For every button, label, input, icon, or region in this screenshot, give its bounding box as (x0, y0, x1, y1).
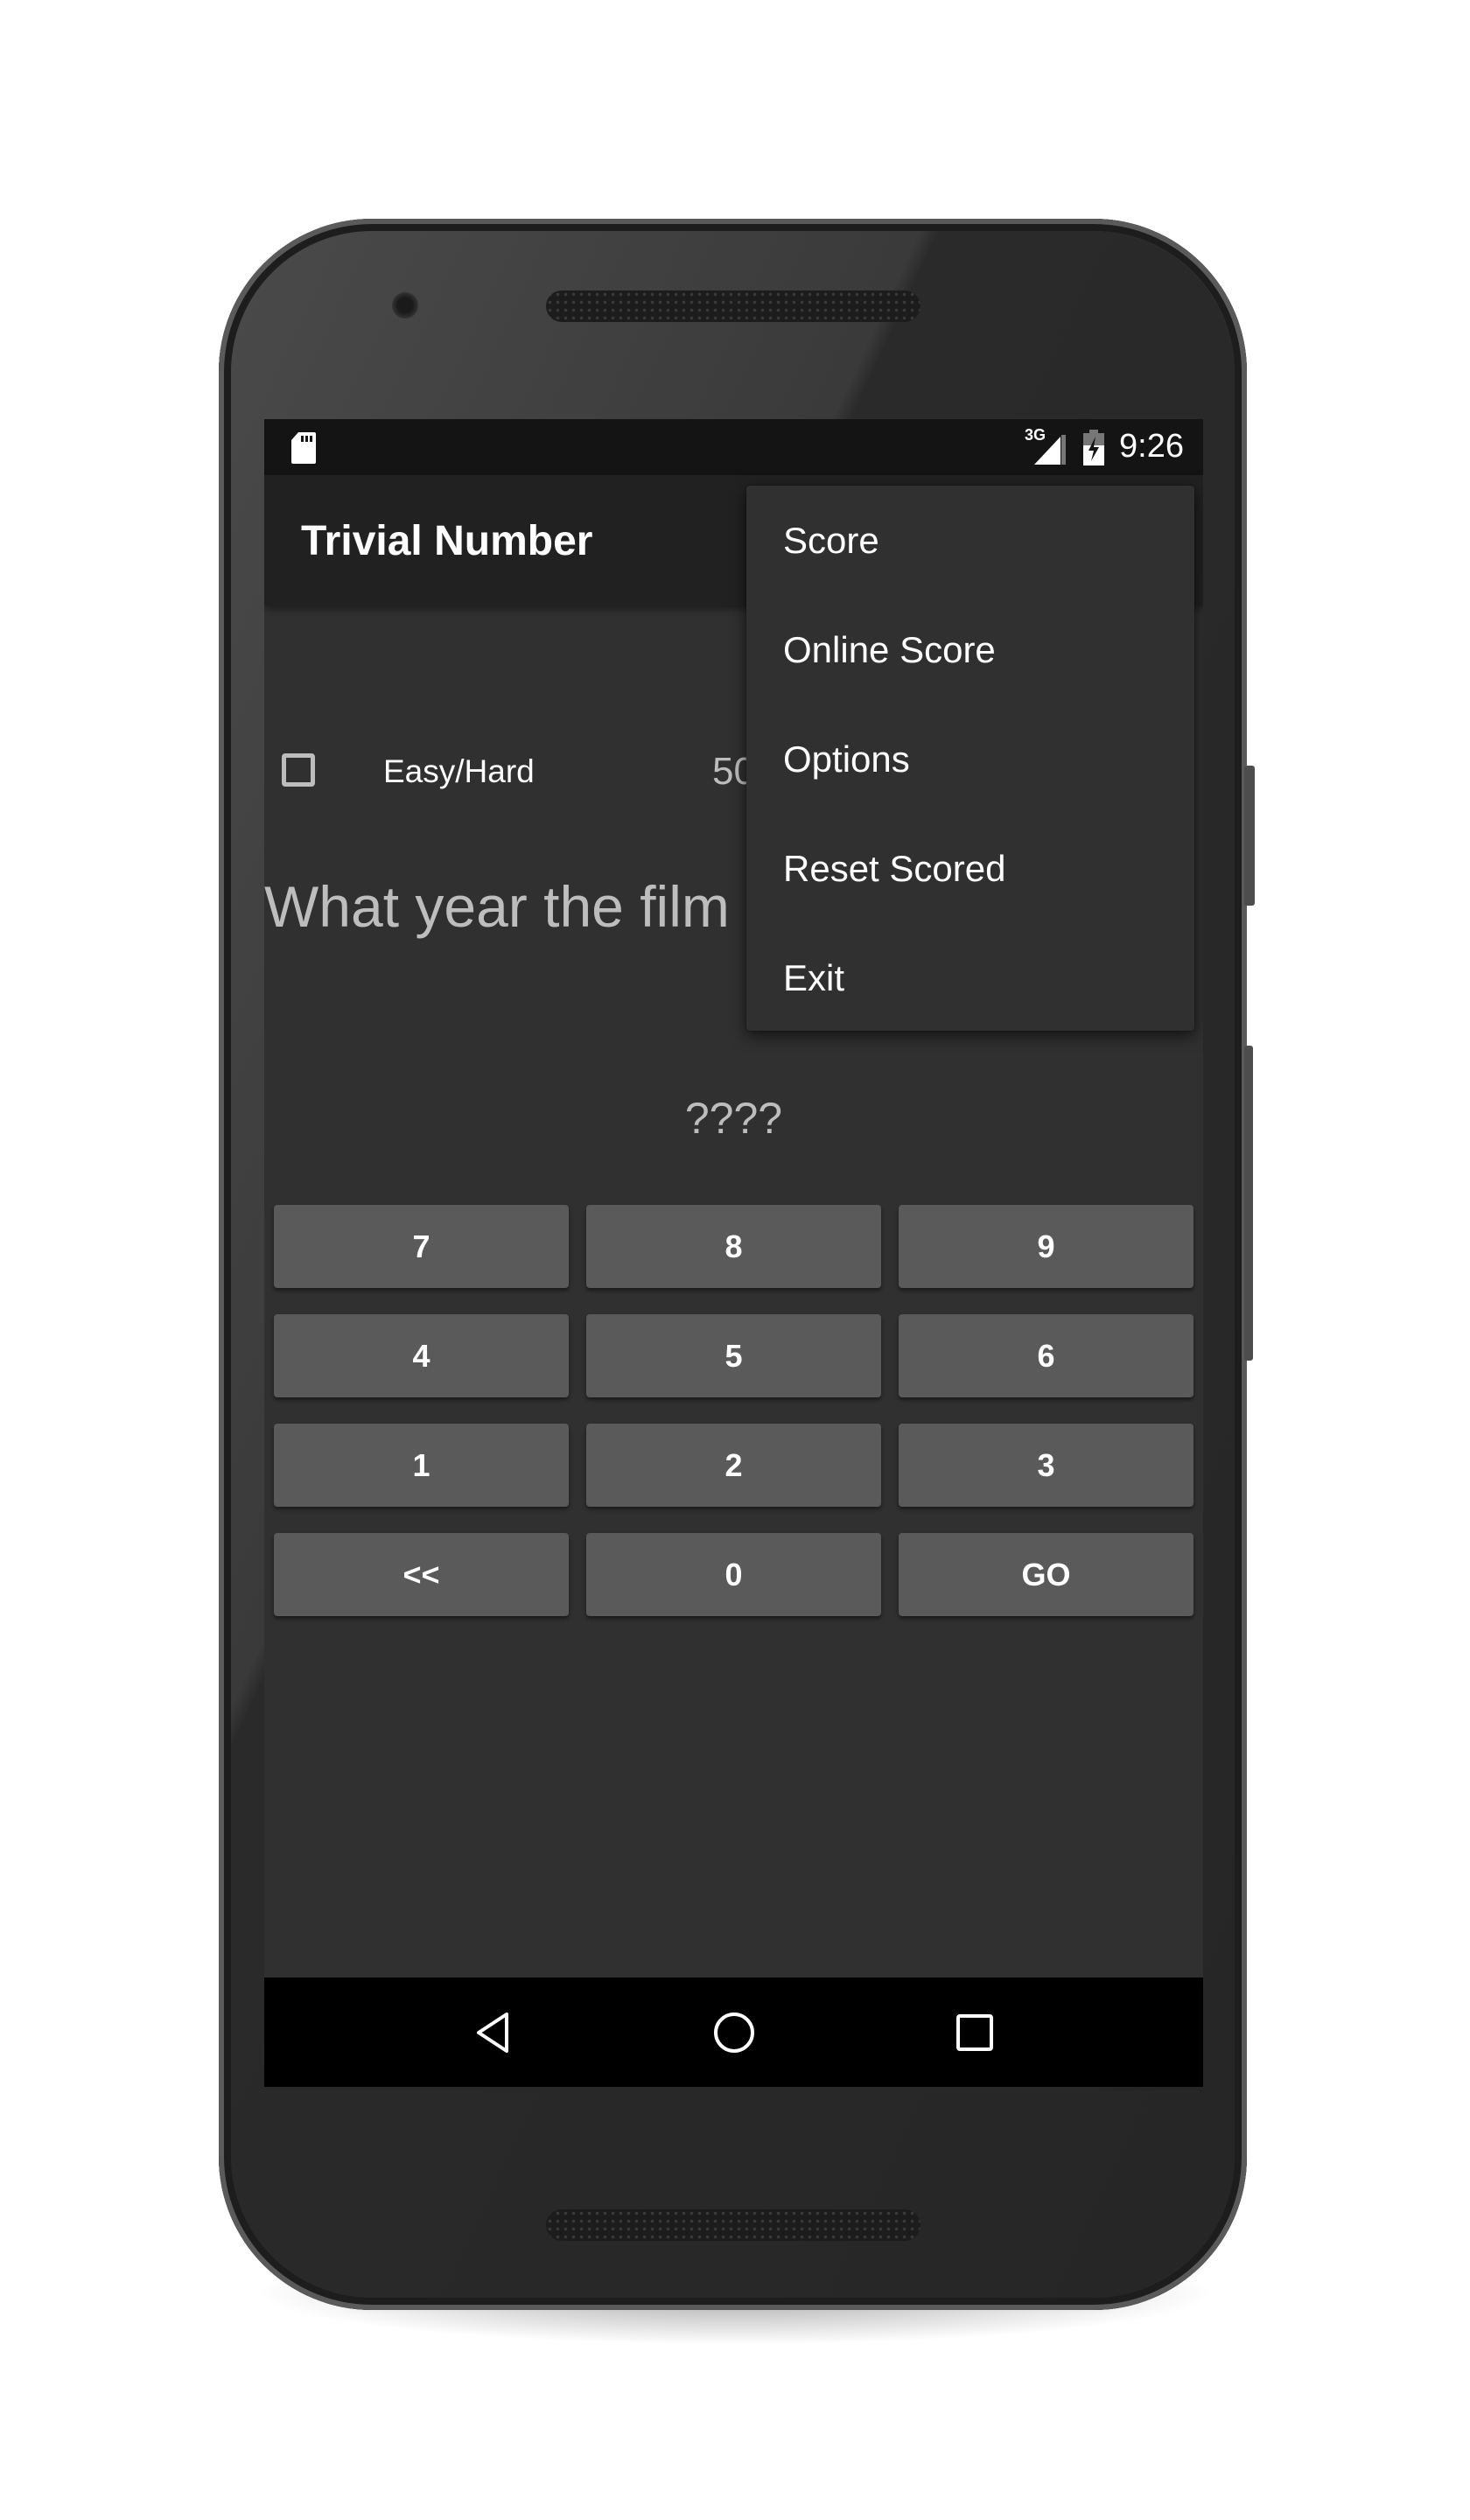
front-camera (392, 292, 418, 318)
battery-charging-icon (1083, 430, 1104, 466)
easy-hard-label: Easy/Hard (383, 753, 535, 789)
menu-item-exit[interactable]: Exit (746, 923, 1194, 1032)
backspace-button[interactable]: << (274, 1533, 569, 1616)
key-7[interactable]: 7 (274, 1205, 569, 1288)
answer-display: ???? (684, 1094, 783, 1143)
home-icon[interactable] (712, 2011, 756, 2054)
status-time: 9:26 (1119, 428, 1184, 465)
app-title: Trivial Number (301, 518, 593, 564)
sd-card-icon (291, 432, 316, 464)
power-button (1244, 766, 1255, 906)
back-icon[interactable] (472, 2011, 515, 2054)
overflow-menu: Score Online Score Options Reset Scored … (746, 486, 1194, 1031)
menu-item-online-score[interactable]: Online Score (746, 595, 1194, 704)
navigation-bar (264, 1978, 1203, 2087)
key-1[interactable]: 1 (274, 1424, 569, 1507)
key-3[interactable]: 3 (899, 1424, 1194, 1507)
key-9[interactable]: 9 (899, 1205, 1194, 1288)
signal-3g-icon (1034, 435, 1066, 465)
volume-button (1244, 1046, 1253, 1361)
go-button[interactable]: GO (899, 1533, 1194, 1616)
key-2[interactable]: 2 (586, 1424, 881, 1507)
menu-item-score[interactable]: Score (746, 486, 1194, 595)
key-6[interactable]: 6 (899, 1314, 1194, 1397)
menu-item-options[interactable]: Options (746, 704, 1194, 814)
bottom-speaker (546, 2209, 920, 2241)
key-8[interactable]: 8 (586, 1205, 881, 1288)
status-bar: 3G 9:26 (264, 419, 1203, 475)
recents-icon[interactable] (953, 2011, 997, 2054)
key-4[interactable]: 4 (274, 1314, 569, 1397)
menu-item-reset-scored[interactable]: Reset Scored (746, 814, 1194, 923)
top-speaker (546, 290, 920, 322)
device-screen: 3G 9:26 Trivial Number Easy/Hard 50 What… (264, 419, 1203, 2087)
key-0[interactable]: 0 (586, 1533, 881, 1616)
easy-hard-checkbox[interactable] (282, 753, 315, 787)
key-5[interactable]: 5 (586, 1314, 881, 1397)
